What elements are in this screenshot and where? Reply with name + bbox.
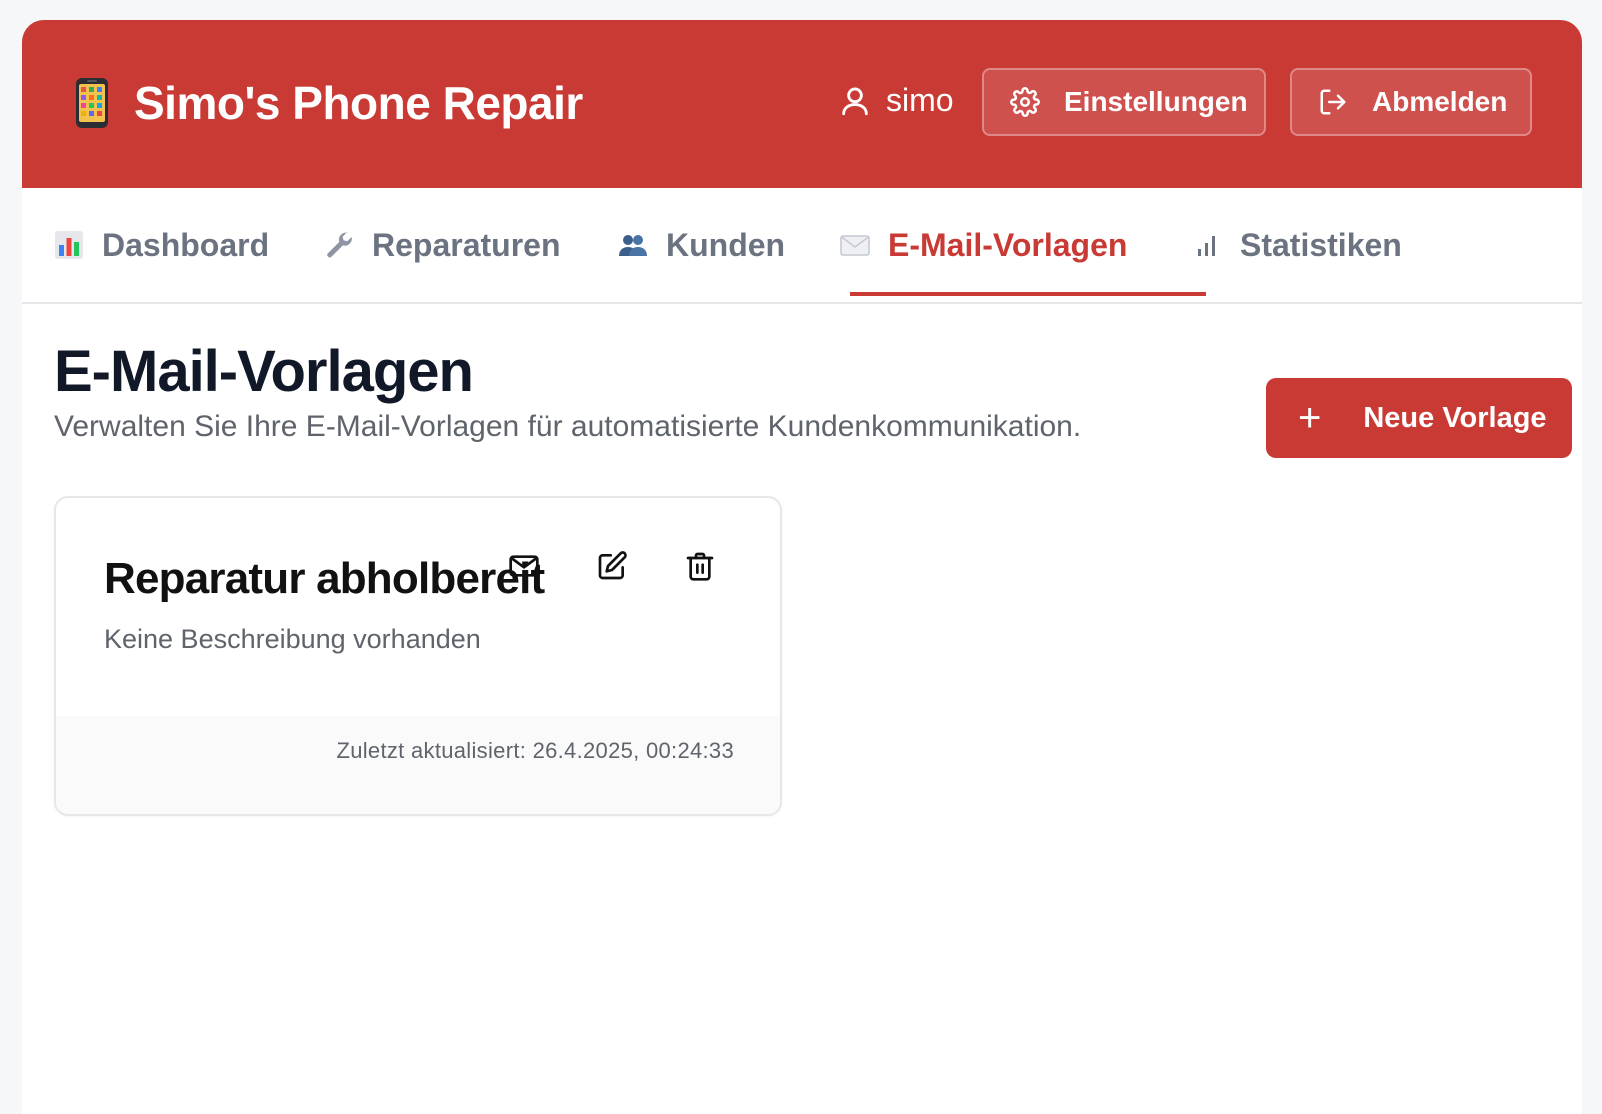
page-subtitle: Verwalten Sie Ihre E-Mail-Vorlagen für a… xyxy=(54,410,1082,443)
new-template-button[interactable]: + Neue Vorlage xyxy=(1266,378,1572,458)
page-title: E-Mail-Vorlagen xyxy=(54,339,474,404)
tab-label: Kunden xyxy=(666,226,786,263)
app-header: Simo's Phone Repair simo Einstellungen A… xyxy=(22,20,1582,188)
trash-icon xyxy=(686,552,714,581)
plus-icon: + xyxy=(1298,396,1322,440)
tab-reparaturen[interactable]: Reparaturen xyxy=(324,188,561,302)
logout-button[interactable]: Abmelden xyxy=(1290,68,1532,136)
template-card[interactable]: Reparatur abholbereit Keine Beschreibung… xyxy=(54,496,782,816)
wrench-icon xyxy=(327,232,352,258)
edit-template-button[interactable] xyxy=(596,550,636,590)
brand[interactable]: Simo's Phone Repair xyxy=(74,76,583,130)
tab-statistiken[interactable]: Statistiken xyxy=(1192,188,1402,302)
settings-label: Einstellungen xyxy=(1064,86,1248,117)
template-updated: Zuletzt aktualisiert: 26.4.2025, 00:24:3… xyxy=(336,738,734,763)
mobile-phone-icon xyxy=(76,78,108,128)
envelope-icon xyxy=(840,235,870,256)
send-mail-button[interactable] xyxy=(508,550,548,590)
user-icon xyxy=(842,87,868,115)
template-card-footer: Zuletzt aktualisiert: 26.4.2025, 00:24:3… xyxy=(56,716,780,814)
bar-chart-icon xyxy=(55,231,83,259)
tab-label: E-Mail-Vorlagen xyxy=(888,226,1128,263)
template-name: Reparatur abholbereit xyxy=(104,554,545,603)
app-window: Simo's Phone Repair simo Einstellungen A… xyxy=(22,20,1582,1114)
tab-kunden[interactable]: Kunden xyxy=(618,188,785,302)
app-title: Simo's Phone Repair xyxy=(134,77,583,129)
logout-label: Abmelden xyxy=(1372,86,1508,117)
active-tab-indicator xyxy=(850,292,1206,296)
tab-label: Reparaturen xyxy=(372,226,561,263)
people-icon xyxy=(619,235,647,256)
settings-button[interactable]: Einstellungen xyxy=(982,68,1266,136)
tab-label: Statistiken xyxy=(1240,226,1402,263)
gear-icon xyxy=(1010,87,1040,117)
tab-dashboard[interactable]: Dashboard xyxy=(54,188,269,302)
mail-icon xyxy=(509,555,539,577)
template-description: Keine Beschreibung vorhanden xyxy=(104,624,481,654)
tab-label: Dashboard xyxy=(102,226,270,263)
tab-email-vorlagen[interactable]: E-Mail-Vorlagen xyxy=(840,188,1127,302)
logout-icon xyxy=(1320,89,1346,115)
user-info: simo xyxy=(838,82,954,119)
new-template-label: Neue Vorlage xyxy=(1363,401,1547,434)
delete-template-button[interactable] xyxy=(684,550,724,590)
edit-icon xyxy=(598,551,627,580)
signal-bars-icon xyxy=(1198,236,1215,256)
main-navigation: Dashboard Reparaturen Kunden E-Mail-Vorl… xyxy=(22,188,1582,304)
username: simo xyxy=(886,82,954,118)
